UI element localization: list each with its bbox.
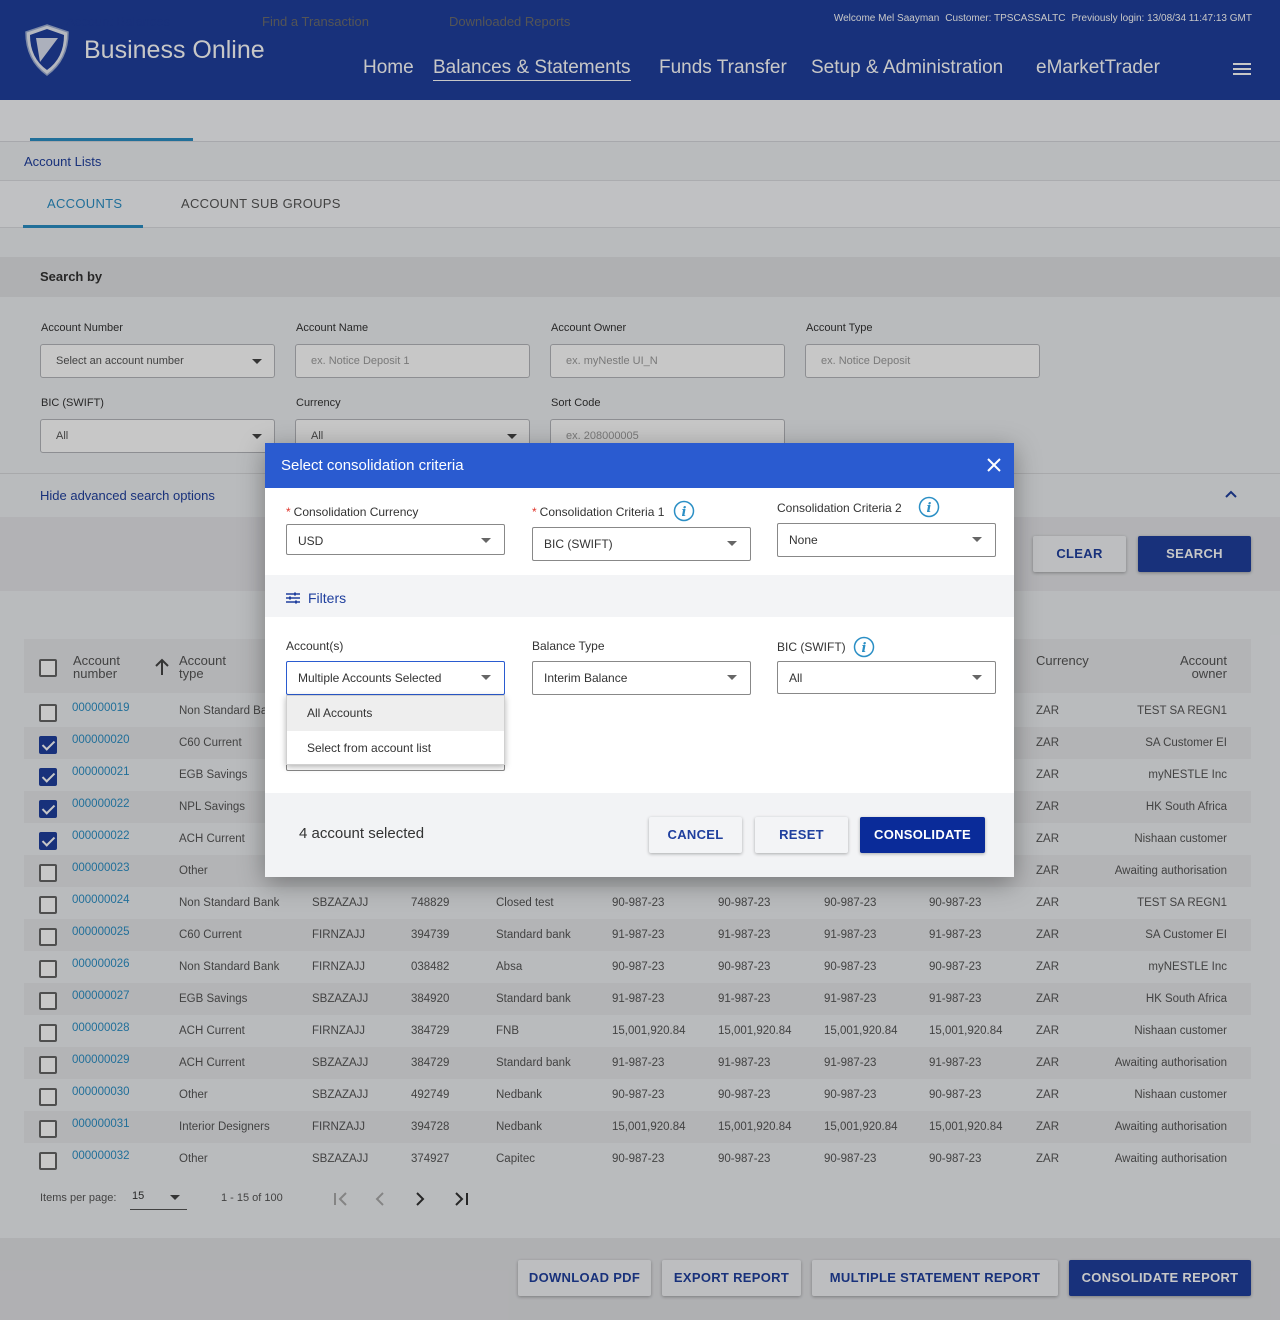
consolidation-modal: Select consolidation criteria * Consolida… bbox=[265, 443, 1014, 877]
selected-count-text: 4 account selected bbox=[299, 825, 425, 842]
accounts-value: Multiple Accounts Selected bbox=[298, 671, 442, 685]
chevron-down-icon bbox=[481, 538, 491, 543]
info-icon[interactable]: i bbox=[918, 496, 940, 518]
criteria1-label: * Consolidation Criteria 1 bbox=[532, 505, 665, 519]
modal-bic-label: BIC (SWIFT) bbox=[777, 640, 846, 654]
chevron-down-icon bbox=[972, 675, 982, 680]
balance-type-value: Interim Balance bbox=[544, 671, 628, 685]
chevron-down-icon bbox=[727, 675, 737, 680]
chevron-down-icon bbox=[481, 675, 491, 680]
info-icon[interactable]: i bbox=[853, 636, 875, 658]
criteria2-select[interactable]: None bbox=[777, 523, 996, 557]
filters-bar bbox=[265, 575, 1014, 617]
close-icon[interactable] bbox=[987, 458, 1001, 472]
filters-label[interactable]: Filters bbox=[308, 590, 346, 606]
criteria2-label: Consolidation Criteria 2 bbox=[777, 501, 902, 515]
chevron-down-icon bbox=[727, 541, 737, 546]
cancel-button[interactable]: CANCEL bbox=[649, 817, 742, 853]
balance-type-label: Balance Type bbox=[532, 639, 605, 653]
svg-text:i: i bbox=[862, 641, 867, 656]
criteria2-value: None bbox=[789, 533, 818, 547]
option-all-accounts[interactable]: All Accounts bbox=[287, 696, 504, 731]
reset-button[interactable]: RESET bbox=[755, 817, 848, 853]
consolidation-currency-value: USD bbox=[298, 534, 324, 548]
consolidation-currency-select[interactable]: USD bbox=[286, 524, 505, 555]
option-select-from-list[interactable]: Select from account list bbox=[287, 731, 504, 766]
criteria1-select[interactable]: BIC (SWIFT) bbox=[532, 527, 751, 561]
svg-text:i: i bbox=[927, 501, 932, 516]
accounts-dropdown-menu: All Accounts Select from account list bbox=[286, 695, 505, 765]
info-icon[interactable]: i bbox=[673, 500, 695, 522]
modal-title: Select consolidation criteria bbox=[281, 457, 464, 474]
consolidate-button[interactable]: CONSOLIDATE bbox=[860, 817, 985, 853]
criteria1-label-text: Consolidation Criteria 1 bbox=[539, 505, 665, 519]
consolidation-currency-label-text: Consolidation Currency bbox=[293, 505, 419, 519]
modal-header: Select consolidation criteria bbox=[265, 443, 1014, 488]
consolidation-currency-label: * Consolidation Currency bbox=[286, 505, 419, 519]
svg-text:i: i bbox=[682, 505, 687, 520]
accounts-select[interactable]: Multiple Accounts Selected bbox=[286, 661, 505, 695]
modal-bic-select[interactable]: All bbox=[777, 661, 996, 694]
balance-type-select[interactable]: Interim Balance bbox=[532, 661, 751, 695]
accounts-label: Account(s) bbox=[286, 639, 344, 653]
chevron-down-icon bbox=[972, 537, 982, 542]
modal-bic-value: All bbox=[789, 671, 803, 685]
criteria1-value: BIC (SWIFT) bbox=[544, 537, 613, 551]
filters-sliders-icon[interactable] bbox=[286, 592, 300, 604]
